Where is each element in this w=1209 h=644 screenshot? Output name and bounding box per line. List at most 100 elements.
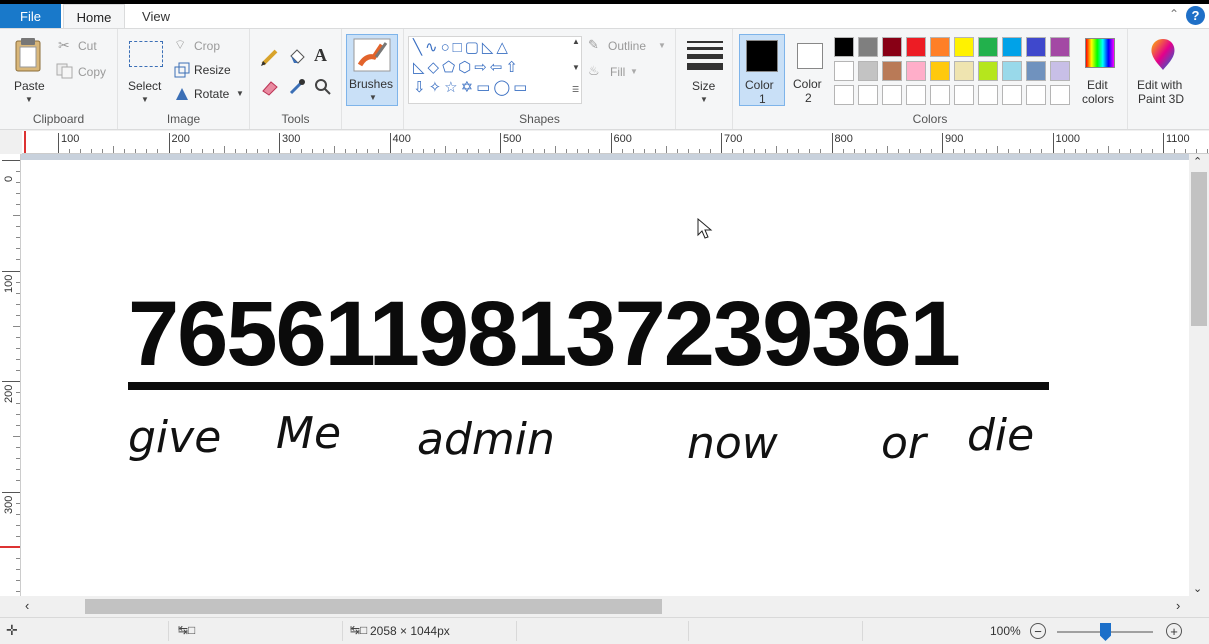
drawing-canvas[interactable]: 76561198137239361 give Me admin now or d… <box>21 160 1189 596</box>
palette-swatch[interactable] <box>1026 85 1046 105</box>
ruler-tick-label: 1100 <box>1166 133 1190 145</box>
group-shapes: ╲∿○□▢◺△ ◺◇⬠⬡⇨⇦⇧ ⇩✧☆✡▭◯▭ ▲ ▼ ☰ ✎ Outline … <box>404 29 676 129</box>
select-button[interactable]: Select ▼ <box>124 35 168 107</box>
palette-swatch[interactable] <box>834 85 854 105</box>
copy-button[interactable]: Copy <box>56 63 111 81</box>
palette-swatch[interactable] <box>906 37 926 57</box>
ruler-major-tick <box>500 133 501 153</box>
palette-swatch[interactable] <box>930 85 950 105</box>
palette-swatch[interactable] <box>882 37 902 57</box>
ruler-minor-tick <box>212 149 214 153</box>
shapes-scroll-up-icon[interactable]: ▲ <box>572 37 580 46</box>
fill-bucket-icon[interactable] <box>287 47 307 67</box>
ruler-major-tick <box>168 133 170 153</box>
ruler-tick-label: 300 <box>282 133 301 145</box>
tab-file[interactable]: File <box>0 4 61 28</box>
palette-swatch[interactable] <box>978 61 998 81</box>
palette-swatch[interactable] <box>834 61 854 81</box>
rotate-button[interactable]: Rotate ▼ <box>174 85 246 103</box>
color-picker-icon[interactable] <box>287 77 307 97</box>
zoom-out-button[interactable]: − <box>1030 623 1046 639</box>
palette-swatch[interactable] <box>834 37 854 57</box>
tab-home[interactable]: Home <box>63 4 125 29</box>
palette-swatch[interactable] <box>1026 37 1046 57</box>
hand-word-6: die <box>967 410 1035 461</box>
shapes-row-2[interactable]: ◺◇⬠⬡⇨⇦⇧ <box>413 59 521 77</box>
shapes-expand-icon[interactable]: ☰ <box>572 85 579 94</box>
ruler-minor-tick <box>190 149 192 153</box>
scroll-right-icon[interactable]: › <box>1176 598 1180 613</box>
ruler-minor-tick <box>16 480 20 482</box>
resize-button[interactable]: Resize <box>174 61 239 79</box>
horizontal-scroll-thumb[interactable] <box>85 599 662 614</box>
shapes-gallery[interactable]: ╲∿○□▢◺△ ◺◇⬠⬡⇨⇦⇧ ⇩✧☆✡▭◯▭ <box>408 36 582 104</box>
palette-swatch[interactable] <box>930 61 950 81</box>
paste-button[interactable]: Paste ▼ <box>8 35 50 107</box>
scroll-up-icon[interactable]: ⌃ <box>1193 155 1202 168</box>
ruler-position-marker <box>24 131 26 153</box>
ruler-tick-label: 100 <box>3 274 15 293</box>
palette-swatch[interactable] <box>858 37 878 57</box>
palette-swatch[interactable] <box>1026 61 1046 81</box>
scroll-down-icon[interactable]: ⌄ <box>1193 582 1202 595</box>
shapes-row-3[interactable]: ⇩✧☆✡▭◯▭ <box>413 79 530 97</box>
palette-swatch[interactable] <box>1002 85 1022 105</box>
text-tool-icon[interactable]: A <box>314 45 327 66</box>
cut-button[interactable]: ✂ Cut <box>58 37 108 55</box>
ruler-major-tick <box>721 133 722 153</box>
magnifier-icon[interactable] <box>313 77 333 97</box>
status-separator <box>688 621 689 641</box>
palette-swatch[interactable] <box>1002 61 1022 81</box>
paste-dropdown-icon[interactable]: ▼ <box>25 95 33 104</box>
zoom-level: 100% <box>990 624 1021 638</box>
palette-swatch[interactable] <box>1002 37 1022 57</box>
palette-swatch[interactable] <box>906 85 926 105</box>
color1-button[interactable]: Color 1 <box>739 34 785 106</box>
palette-swatch[interactable] <box>978 85 998 105</box>
tab-view[interactable]: View <box>130 4 182 28</box>
ruler-minor-tick <box>1085 149 1087 153</box>
color2-button[interactable]: Color 2 <box>787 34 833 106</box>
outline-button[interactable]: ✎ Outline ▼ <box>588 37 670 55</box>
zoom-in-button[interactable]: + <box>1166 623 1182 639</box>
edit-colors-button[interactable]: Edit colors <box>1079 35 1123 107</box>
palette-swatch[interactable] <box>882 85 902 105</box>
ruler-minor-tick <box>334 146 336 153</box>
palette-swatch[interactable] <box>930 37 950 57</box>
ruler-minor-tick <box>1030 149 1032 153</box>
palette-swatch[interactable] <box>858 61 878 81</box>
ruler-minor-tick <box>555 146 557 153</box>
ruler-minor-tick <box>16 502 20 504</box>
brushes-button[interactable]: Brushes ▼ <box>346 34 398 106</box>
shapes-scroll-down-icon[interactable]: ▼ <box>572 63 580 72</box>
ruler-minor-tick <box>820 149 822 153</box>
palette-swatch[interactable] <box>906 61 926 81</box>
help-icon[interactable]: ? <box>1186 6 1205 25</box>
ruler-minor-tick <box>522 149 524 153</box>
edit-paint3d-button[interactable]: Edit with Paint 3D <box>1132 35 1204 107</box>
palette-swatch[interactable] <box>1050 61 1070 81</box>
edit-colors-label-1: Edit <box>1087 78 1108 92</box>
eraser-icon[interactable] <box>260 77 280 97</box>
palette-swatch[interactable] <box>882 61 902 81</box>
palette-swatch[interactable] <box>978 37 998 57</box>
pencil-icon[interactable] <box>260 47 280 67</box>
fill-button[interactable]: ♨ Fill ▼ <box>588 63 648 81</box>
palette-swatch[interactable] <box>954 61 974 81</box>
shapes-group-label: Shapes <box>519 112 560 126</box>
zoom-slider-thumb[interactable] <box>1100 623 1111 641</box>
scroll-left-icon[interactable]: ‹ <box>25 598 29 613</box>
select-dropdown-icon[interactable]: ▼ <box>141 95 149 104</box>
rotate-dropdown-icon[interactable]: ▼ <box>236 89 244 98</box>
vertical-scroll-thumb[interactable] <box>1191 172 1207 326</box>
shapes-row-1[interactable]: ╲∿○□▢◺△ <box>413 39 511 57</box>
collapse-ribbon-icon[interactable]: ⌃ <box>1169 7 1179 21</box>
palette-swatch[interactable] <box>858 85 878 105</box>
size-button[interactable]: Size ▼ <box>682 35 728 107</box>
palette-swatch[interactable] <box>954 37 974 57</box>
palette-swatch[interactable] <box>954 85 974 105</box>
palette-swatch[interactable] <box>1050 37 1070 57</box>
crop-button[interactable]: ⌔ Crop <box>174 37 234 55</box>
ruler-minor-tick <box>16 303 20 305</box>
palette-swatch[interactable] <box>1050 85 1070 105</box>
